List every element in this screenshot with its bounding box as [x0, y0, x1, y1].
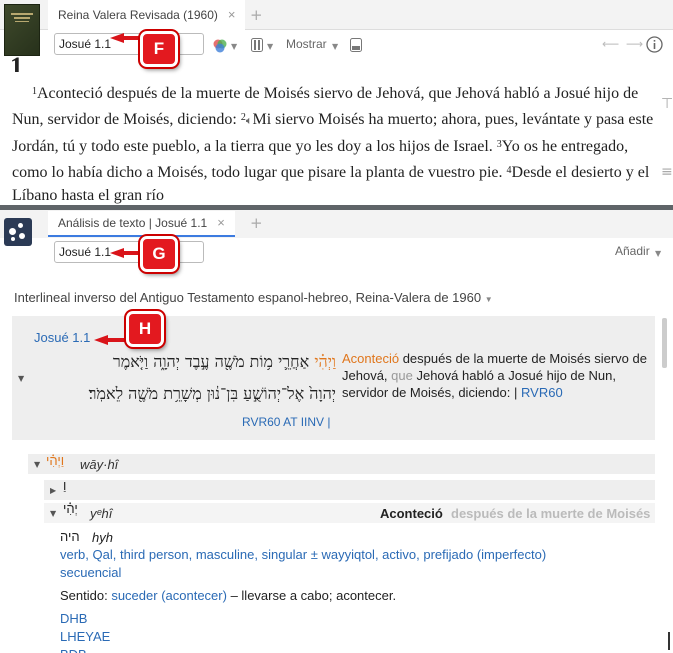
- tab-reina-valera[interactable]: Reina Valera Revisada (1960) ×: [48, 0, 246, 30]
- lemma-transliteration: hyh: [92, 530, 113, 545]
- callout-arrow-line: [106, 338, 128, 342]
- sense-link[interactable]: suceder (acontecer): [111, 588, 227, 603]
- expand-triangle-icon[interactable]: ▶: [50, 486, 56, 495]
- callout-arrow-line: [122, 36, 142, 40]
- close-icon[interactable]: ×: [228, 7, 236, 22]
- passage-reference-link[interactable]: Josué 1.1: [34, 330, 90, 345]
- text-cursor: [668, 632, 670, 650]
- tab-text-analysis[interactable]: Análisis de texto | Josué 1.1 ×: [48, 211, 235, 237]
- callout-h: H: [126, 311, 164, 347]
- hebrew-word[interactable]: וַיְהִ֗י: [46, 453, 64, 468]
- close-icon[interactable]: ×: [217, 215, 225, 230]
- sense-text: – llevarse a cabo; acontecer.: [230, 588, 397, 603]
- spanish-highlighted-word[interactable]: Aconteció: [342, 351, 399, 366]
- morphology-links-2[interactable]: secuencial: [60, 564, 121, 582]
- parallel-resources-icon[interactable]: [251, 38, 263, 52]
- hebrew-prefix[interactable]: וַ: [63, 478, 66, 493]
- collapse-triangle-icon[interactable]: ▼: [18, 374, 24, 383]
- morphology-links[interactable]: verb, Qal, third person, masculine, sing…: [60, 546, 660, 564]
- bible-text: 1Aconteció después de la muerte de Moisé…: [12, 80, 660, 208]
- scroll-up-icon[interactable]: ⊤: [661, 96, 673, 112]
- new-tab-icon[interactable]: +: [250, 6, 263, 24]
- hebrew-line-1: וַיְהִ֗י אַחֲרֵ֛י מ֥וֹת מֹשֶׁ֖ה עֶ֣בֶד י…: [30, 352, 336, 372]
- expand-triangle-icon[interactable]: ▼: [34, 460, 40, 469]
- dictionary-link-bdb[interactable]: BDB: [60, 646, 87, 653]
- forward-arrow-icon[interactable]: ⟶: [626, 37, 643, 51]
- rvr60-link[interactable]: RVR60: [521, 385, 563, 400]
- word-row-top[interactable]: [28, 454, 655, 474]
- info-icon[interactable]: [646, 36, 663, 53]
- dictionary-link-dhb[interactable]: DHB: [60, 610, 87, 628]
- callout-arrow-line: [122, 251, 142, 255]
- chevron-down-icon[interactable]: ▼: [655, 249, 661, 258]
- sense-label: Sentido:: [60, 588, 108, 603]
- notes-icon[interactable]: [350, 38, 362, 52]
- tab-title: Análisis de texto | Josué 1.1: [58, 216, 208, 230]
- chapter-number: 1: [10, 56, 23, 72]
- gloss-context: después de la muerte de Moisés: [451, 506, 651, 521]
- hebrew-highlighted-word[interactable]: וַיְהִ֗י: [314, 352, 336, 371]
- spanish-untranslated-word: que: [391, 368, 413, 383]
- expand-triangle-icon[interactable]: ▼: [50, 509, 56, 518]
- chevron-down-icon[interactable]: ▼: [485, 295, 493, 304]
- lemma-hebrew-link[interactable]: היה: [60, 528, 80, 546]
- text-analysis-app-icon: [4, 218, 32, 246]
- callout-f: F: [140, 31, 178, 67]
- separator: |: [513, 385, 518, 400]
- tab-title: Reina Valera Revisada (1960): [58, 8, 218, 22]
- resource-title-text: Interlineal inverso del Antiguo Testamen…: [14, 290, 482, 305]
- scrollbar[interactable]: [662, 318, 667, 368]
- chevron-down-icon[interactable]: ▼: [231, 42, 237, 51]
- sense-line: Sentido: suceder (acontecer) – llevarse …: [60, 587, 396, 605]
- spanish-interlinear-text: Aconteció después de la muerte de Moisés…: [342, 350, 652, 401]
- transliteration: wāy·hî: [80, 457, 119, 472]
- dictionary-link-lheyae[interactable]: LHEYAE: [60, 628, 110, 646]
- gloss-word: Aconteció: [380, 506, 443, 521]
- resource-title[interactable]: Interlineal inverso del Antiguo Testamen…: [14, 290, 493, 305]
- book-cover-thumbnail[interactable]: [4, 4, 40, 56]
- version-links[interactable]: RVR60 AT IINV |: [242, 415, 331, 429]
- word-row-prefix[interactable]: [44, 480, 655, 500]
- back-arrow-icon[interactable]: ⟵: [602, 37, 619, 51]
- transliteration: yᵉhî: [90, 506, 113, 521]
- callout-g: G: [140, 236, 178, 272]
- add-button[interactable]: Añadir: [615, 244, 650, 258]
- hebrew-word[interactable]: יְהִ֗י: [63, 501, 78, 516]
- scroll-menu-icon[interactable]: ≡: [661, 164, 673, 180]
- show-button[interactable]: Mostrar: [286, 37, 327, 51]
- hebrew-text: אַחֲרֵ֛י מ֥וֹת מֹשֶׁ֖ה עֶ֣בֶד יְהוָ֑ה וַ…: [112, 352, 310, 371]
- chevron-down-icon[interactable]: ▼: [267, 42, 273, 51]
- chevron-down-icon[interactable]: ▼: [332, 42, 338, 51]
- visual-filters-icon[interactable]: [212, 38, 228, 54]
- hebrew-line-2: יְהוָה֙ אֶל־יְהוֹשֻׁ֣עַ בִּן־נ֔וּן מְשָׁ…: [88, 384, 336, 403]
- new-tab-icon[interactable]: +: [250, 214, 263, 232]
